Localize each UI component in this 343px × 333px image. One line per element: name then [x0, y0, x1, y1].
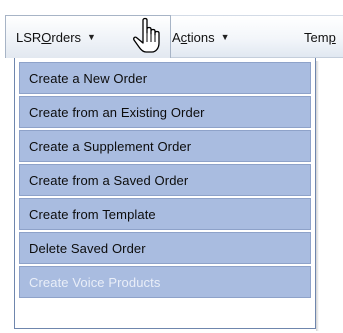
menu-item-label: Create from a Saved Order — [29, 172, 189, 188]
hand-pointer-icon — [133, 17, 160, 53]
app: LSR Orders ▼ Ac tions ▼ Tem p Create a New… — [0, 0, 343, 333]
menu-item-label: Create a Supplement Order — [29, 138, 192, 154]
menu-item-create-new-order[interactable]: Create a New Order — [19, 62, 311, 94]
caret-down-icon: ▼ — [87, 32, 96, 42]
lsr-orders-accel: O — [41, 29, 52, 45]
lsr-orders-dropdown: Create a New Order Create from an Existi… — [14, 58, 316, 329]
dropdown-shadow — [316, 61, 319, 331]
actions-label-post: tions — [187, 29, 215, 45]
menu-item-create-from-template[interactable]: Create from Template — [19, 198, 311, 230]
menu-item-label: Create from an Existing Order — [29, 104, 205, 120]
menu-item-label: Create Voice Products — [29, 274, 161, 290]
caret-down-icon: ▼ — [220, 32, 230, 42]
lsr-orders-label-post: rders — [51, 29, 82, 45]
templates-label-pre: Tem — [304, 29, 329, 45]
lsr-orders-label-pre: LSR — [16, 29, 42, 45]
menu-item-create-from-saved-order[interactable]: Create from a Saved Order — [19, 164, 311, 196]
menubar: LSR Orders ▼ Ac tions ▼ Tem p — [5, 15, 343, 58]
menu-item-label: Create a New Order — [29, 70, 148, 86]
menu-item-create-voice-products: Create Voice Products — [19, 266, 311, 298]
menu-item-label: Create from Template — [29, 206, 156, 222]
menu-item-create-supplement-order[interactable]: Create a Supplement Order — [19, 130, 311, 162]
menu-item-delete-saved-order[interactable]: Delete Saved Order — [19, 232, 311, 264]
templates-accel: p — [328, 29, 336, 45]
actions-label-pre: A — [172, 29, 181, 45]
actions-menu[interactable]: Ac tions ▼ — [172, 16, 230, 58]
menu-item-create-from-existing-order[interactable]: Create from an Existing Order — [19, 96, 311, 128]
templates-menu[interactable]: Tem p — [304, 16, 336, 58]
menu-item-label: Delete Saved Order — [29, 240, 146, 256]
